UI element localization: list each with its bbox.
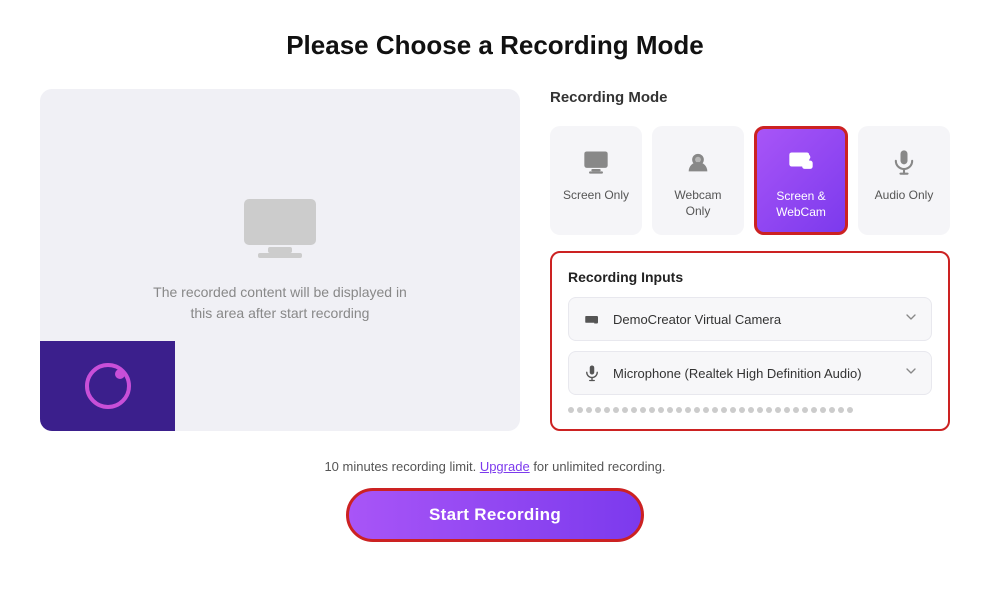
main-content: The recorded content will be displayed i…: [40, 89, 950, 431]
logo-block: [40, 341, 175, 431]
camera-chevron-icon: [903, 309, 919, 330]
recording-inputs-box: Recording Inputs DemoCreator Virtual Cam…: [550, 251, 950, 431]
screen-webcam-icon: [783, 145, 819, 181]
dots-decoration: [568, 407, 932, 413]
microphone-input-icon: [581, 362, 603, 384]
upgrade-link[interactable]: Upgrade: [480, 459, 530, 474]
mode-screen-webcam[interactable]: Screen & WebCam: [754, 126, 848, 235]
webcam-only-label: Webcam Only: [662, 188, 734, 219]
mode-audio-only[interactable]: Audio Only: [858, 126, 950, 235]
screen-only-icon: [578, 144, 614, 180]
audio-only-label: Audio Only: [875, 188, 934, 204]
recording-mode-label: Recording Mode: [550, 89, 950, 106]
camera-input-icon: [581, 308, 603, 330]
audio-only-icon: [886, 144, 922, 180]
mic-chevron-icon: [903, 363, 919, 384]
camera-input-row[interactable]: DemoCreator Virtual Camera: [568, 297, 932, 341]
recording-inputs-title: Recording Inputs: [568, 269, 932, 285]
monitor-placeholder-icon: [240, 197, 320, 266]
microphone-input-row[interactable]: Microphone (Realtek High Definition Audi…: [568, 351, 932, 395]
mode-screen-only[interactable]: Screen Only: [550, 126, 642, 235]
mode-webcam-only[interactable]: Webcam Only: [652, 126, 744, 235]
mode-options: Screen Only Webcam Only: [550, 126, 950, 235]
preview-empty-text: The recorded content will be displayed i…: [153, 282, 407, 324]
microphone-device-text: Microphone (Realtek High Definition Audi…: [613, 366, 903, 381]
webcam-only-icon: [680, 144, 716, 180]
screen-only-label: Screen Only: [563, 188, 629, 204]
camera-device-text: DemoCreator Virtual Camera: [613, 312, 903, 327]
right-panel: Recording Mode Screen Only: [550, 89, 950, 431]
footer: 10 minutes recording limit. Upgrade for …: [324, 459, 665, 542]
logo-icon: [85, 363, 131, 409]
preview-panel: The recorded content will be displayed i…: [40, 89, 520, 431]
page-title: Please Choose a Recording Mode: [286, 30, 704, 61]
limit-text: 10 minutes recording limit. Upgrade for …: [324, 459, 665, 474]
start-recording-button[interactable]: Start Recording: [346, 488, 644, 542]
screen-webcam-label: Screen & WebCam: [765, 189, 837, 220]
